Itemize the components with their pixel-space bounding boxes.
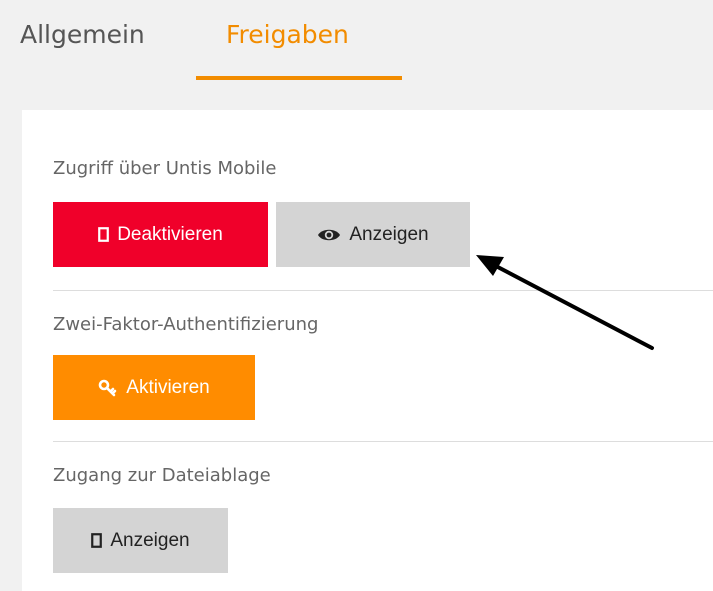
settings-window: Allgemein Freigaben Zugriff über Untis M… [0,0,713,591]
show-mobile-label: Anzeigen [349,223,429,245]
deactivate-mobile-button[interactable]: Deaktivieren [53,202,268,267]
show-file-storage-button[interactable]: Anzeigen [53,508,228,573]
show-mobile-button[interactable]: Anzeigen [276,202,470,267]
annotation-arrow [476,255,654,350]
key-icon [98,379,118,397]
tab-allgemein[interactable]: Allgemein [20,20,145,49]
active-tab-indicator [196,76,402,80]
phone-icon [91,533,103,548]
eye-icon [317,227,341,243]
section-divider [53,441,713,442]
file-storage-label: Zugang zur Dateiablage [53,465,271,486]
mobile-access-label: Zugriff über Untis Mobile [53,158,277,179]
show-file-storage-label: Anzeigen [110,529,190,551]
phone-icon [98,227,110,242]
two-factor-label: Zwei-Faktor-Authentifizierung [53,314,319,335]
tab-bar: Allgemein Freigaben [0,0,713,82]
activate-two-factor-label: Aktivieren [126,376,210,398]
deactivate-mobile-label: Deaktivieren [117,223,223,245]
activate-two-factor-button[interactable]: Aktivieren [53,355,255,420]
tab-freigaben[interactable]: Freigaben [226,20,349,49]
